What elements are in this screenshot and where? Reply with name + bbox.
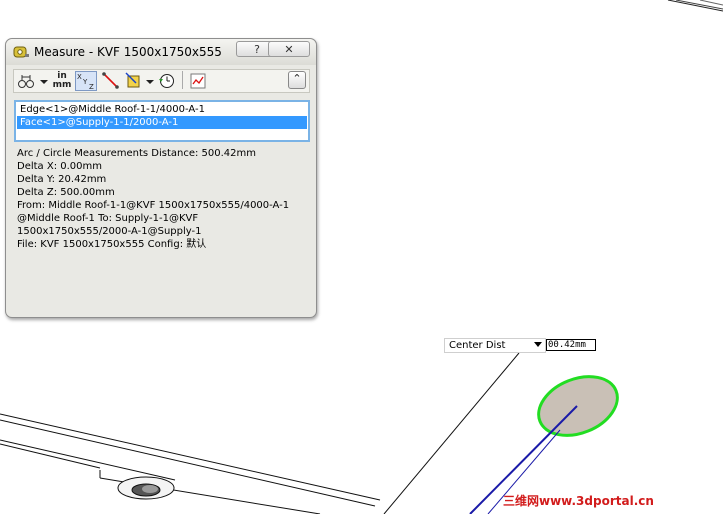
toolbar-separator: [182, 71, 183, 89]
dimension-leader: [383, 352, 520, 514]
result-line: Arc / Circle Measurements Distance: 500.…: [17, 148, 257, 159]
selection-item-selected[interactable]: Face<1>@Supply-1-1/2000-A-1: [17, 116, 307, 129]
dialog-titlebar[interactable]: Measure - KVF 1500x1750x555 ? ✕: [6, 39, 316, 65]
chevron-down-icon[interactable]: [145, 71, 155, 91]
dimension-type-label: Center Dist: [449, 340, 506, 351]
dimension-type-select[interactable]: Center Dist: [444, 338, 546, 353]
selection-list[interactable]: Edge<1>@Middle Roof-1-1/4000-A-1 Face<1>…: [14, 100, 310, 142]
close-button[interactable]: ✕: [268, 41, 310, 57]
result-line: Delta Y: 20.42mm: [17, 174, 107, 185]
help-icon: ?: [254, 43, 260, 56]
arc-circle-options-icon[interactable]: [17, 71, 37, 91]
selection-item[interactable]: Edge<1>@Middle Roof-1-1/4000-A-1: [17, 103, 307, 116]
xyz-icon: X Y Z: [77, 73, 94, 90]
dialog-title: Measure - KVF 1500x1750x555: [34, 45, 222, 59]
result-line: From: Middle Roof-1-1@KVF 1500x1750x555/…: [17, 200, 290, 211]
history-icon[interactable]: [157, 71, 177, 91]
supply-circle-face[interactable]: [530, 366, 626, 447]
point-to-point-icon[interactable]: [101, 71, 121, 91]
watermark: 三维网www.3dportal.cn: [503, 494, 654, 508]
units-button[interactable]: in mm: [52, 71, 72, 92]
measure-toolbar: in mm X Y Z ⌃: [13, 69, 310, 93]
chevron-down-icon[interactable]: [534, 342, 542, 347]
panel-edges: [0, 413, 381, 514]
roof-corner-edge: [667, 0, 723, 12]
close-icon: ✕: [284, 43, 294, 56]
svg-text:Z: Z: [89, 83, 94, 90]
result-line: 1500x1750x555/2000-A-1@Supply-1: [17, 226, 202, 237]
sensor-icon[interactable]: [188, 71, 208, 91]
svg-text:Y: Y: [82, 78, 88, 86]
chevron-down-icon[interactable]: [39, 71, 49, 91]
measurement-results: Arc / Circle Measurements Distance: 500.…: [14, 144, 310, 314]
measure-dialog: Measure - KVF 1500x1750x555 ? ✕ in mm X …: [5, 38, 317, 318]
units-bottom-label: mm: [52, 80, 72, 90]
xyz-button[interactable]: X Y Z: [75, 71, 97, 91]
projection-icon[interactable]: [124, 71, 144, 91]
svg-text:X: X: [77, 73, 82, 81]
collapse-button[interactable]: ⌃: [288, 71, 306, 89]
measure-tape-icon: [13, 46, 29, 58]
handle-slot: [117, 476, 175, 500]
result-line: Delta X: 0.00mm: [17, 161, 103, 172]
result-line: File: KVF 1500x1750x555 Config: 默认: [17, 239, 207, 250]
result-line: Delta Z: 500.00mm: [17, 187, 115, 198]
result-line: @Middle Roof-1 To: Supply-1-1@KVF: [17, 213, 199, 224]
dimension-value: 00.42mm: [546, 339, 596, 351]
collapse-icon: ⌃: [292, 72, 302, 85]
